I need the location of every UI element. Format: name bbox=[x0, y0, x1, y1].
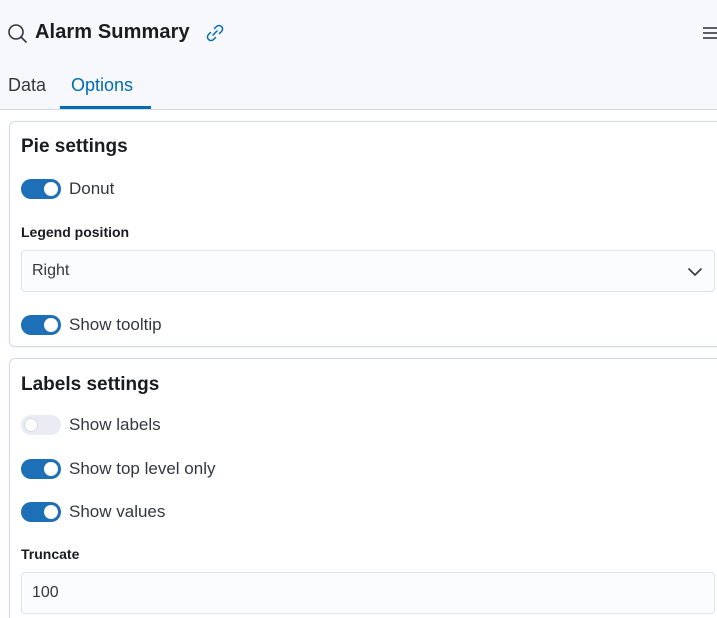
editor-tabs: Data Options bbox=[0, 66, 717, 110]
tab-options-selected-indicator bbox=[60, 106, 151, 109]
tab-options[interactable]: Options bbox=[71, 75, 133, 96]
legend-position-label: Legend position bbox=[21, 224, 130, 240]
pie-settings-panel: Pie settings Donut Legend position Right… bbox=[9, 121, 717, 347]
show-labels-switch-label: Show labels bbox=[69, 415, 161, 434]
labels-settings-panel: Labels settings Show labels Show top lev… bbox=[9, 358, 717, 618]
tab-data[interactable]: Data bbox=[8, 75, 46, 96]
link-icon[interactable] bbox=[204, 22, 226, 44]
show-tooltip-switch-toggle[interactable] bbox=[21, 315, 61, 335]
show-values-switch-toggle[interactable] bbox=[21, 502, 61, 522]
donut-switch-label: Donut bbox=[69, 179, 115, 198]
menu-icon[interactable] bbox=[703, 24, 717, 42]
labels-settings-title: Labels settings bbox=[21, 374, 160, 395]
show-values-switch-label: Show values bbox=[69, 502, 166, 521]
show-labels-switch-toggle[interactable] bbox=[21, 415, 61, 435]
legend-position-value: Right bbox=[32, 262, 70, 279]
show-top-level-only-switch-label: Show top level only bbox=[69, 459, 216, 478]
legend-position-select[interactable]: Right bbox=[21, 250, 715, 292]
donut-switch-toggle[interactable] bbox=[21, 179, 61, 199]
visualization-editor-panel: Alarm Summary Data Options Pie settings … bbox=[0, 0, 717, 618]
show-top-level-only-switch-toggle[interactable] bbox=[21, 459, 61, 479]
show-tooltip-switch-label: Show tooltip bbox=[69, 315, 162, 334]
truncate-input[interactable]: 100 bbox=[21, 572, 715, 614]
page-title: Alarm Summary bbox=[35, 21, 190, 43]
chevron-down-icon bbox=[688, 268, 702, 276]
pie-settings-title: Pie settings bbox=[21, 136, 128, 157]
panel-header: Alarm Summary bbox=[0, 0, 717, 66]
truncate-value: 100 bbox=[32, 584, 59, 601]
truncate-label: Truncate bbox=[21, 546, 80, 562]
search-icon[interactable] bbox=[6, 22, 28, 44]
